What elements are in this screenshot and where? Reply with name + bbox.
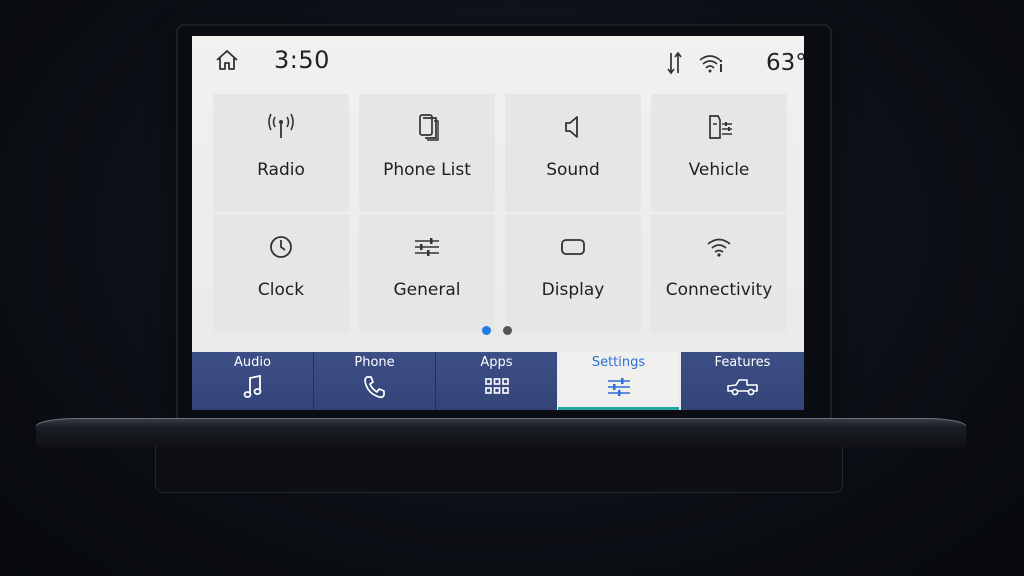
wifi-status-icon: [699, 55, 723, 73]
nav-label: Phone: [354, 355, 395, 370]
tile-label: Connectivity: [665, 280, 773, 300]
tile-general[interactable]: General: [359, 214, 495, 332]
tile-label: Sound: [546, 160, 600, 180]
page-dot-active[interactable]: [482, 326, 491, 335]
tile-vehicle[interactable]: Vehicle: [651, 94, 787, 212]
outside-temperature: 63°: [766, 50, 804, 76]
clock-time: 3:50: [274, 46, 330, 74]
nav-label: Features: [714, 355, 771, 370]
tile-display[interactable]: Display: [505, 214, 641, 332]
display-icon: [561, 239, 585, 255]
speaker-icon: [565, 116, 578, 138]
nav-phone[interactable]: Phone: [314, 352, 435, 410]
home-icon[interactable]: [214, 48, 240, 72]
bottom-navigation: Audio Phone Apps Settings Features: [192, 352, 804, 410]
radio-antenna-icon: [268, 113, 294, 138]
active-tab-indicator: [558, 407, 679, 410]
settings-sliders-icon: [607, 378, 630, 396]
nav-apps[interactable]: Apps: [436, 352, 557, 410]
tile-clock[interactable]: Clock: [213, 214, 349, 332]
apps-grid-icon: [484, 378, 509, 394]
page-dot[interactable]: [503, 326, 512, 335]
clock-icon: [270, 236, 292, 258]
phone-list-icon: [419, 114, 439, 141]
nav-settings[interactable]: Settings: [558, 352, 679, 410]
tile-radio[interactable]: Radio: [213, 94, 349, 212]
tile-label: General: [393, 280, 461, 300]
tile-connectivity[interactable]: Connectivity: [651, 214, 787, 332]
nav-label: Audio: [234, 355, 271, 370]
data-transfer-icon: [667, 51, 682, 75]
nav-label: Apps: [480, 355, 513, 370]
music-note-icon: [243, 374, 261, 398]
tile-label: Clock: [257, 280, 305, 300]
tile-phone-list[interactable]: Phone List: [359, 94, 495, 212]
phone-handset-icon: [363, 376, 385, 399]
tile-label: Radio: [257, 160, 305, 180]
tile-label: Phone List: [383, 160, 471, 180]
wifi-icon: [707, 238, 731, 257]
dashboard-trim: [36, 418, 966, 448]
nav-features[interactable]: Features: [681, 352, 804, 410]
dashboard-lower-panel: [155, 446, 843, 493]
sliders-icon: [415, 238, 439, 256]
infotainment-screen: 3:50 63° Radio Phone List Sound Vehicle …: [192, 36, 804, 410]
truck-icon: [726, 379, 758, 396]
vehicle-settings-icon: [709, 115, 732, 139]
nav-audio[interactable]: Audio: [192, 352, 313, 410]
tile-label: Display: [541, 280, 605, 300]
tile-label: Vehicle: [688, 160, 750, 180]
status-bar: 3:50 63°: [192, 36, 804, 88]
tile-sound[interactable]: Sound: [505, 94, 641, 212]
nav-label: Settings: [591, 355, 646, 370]
